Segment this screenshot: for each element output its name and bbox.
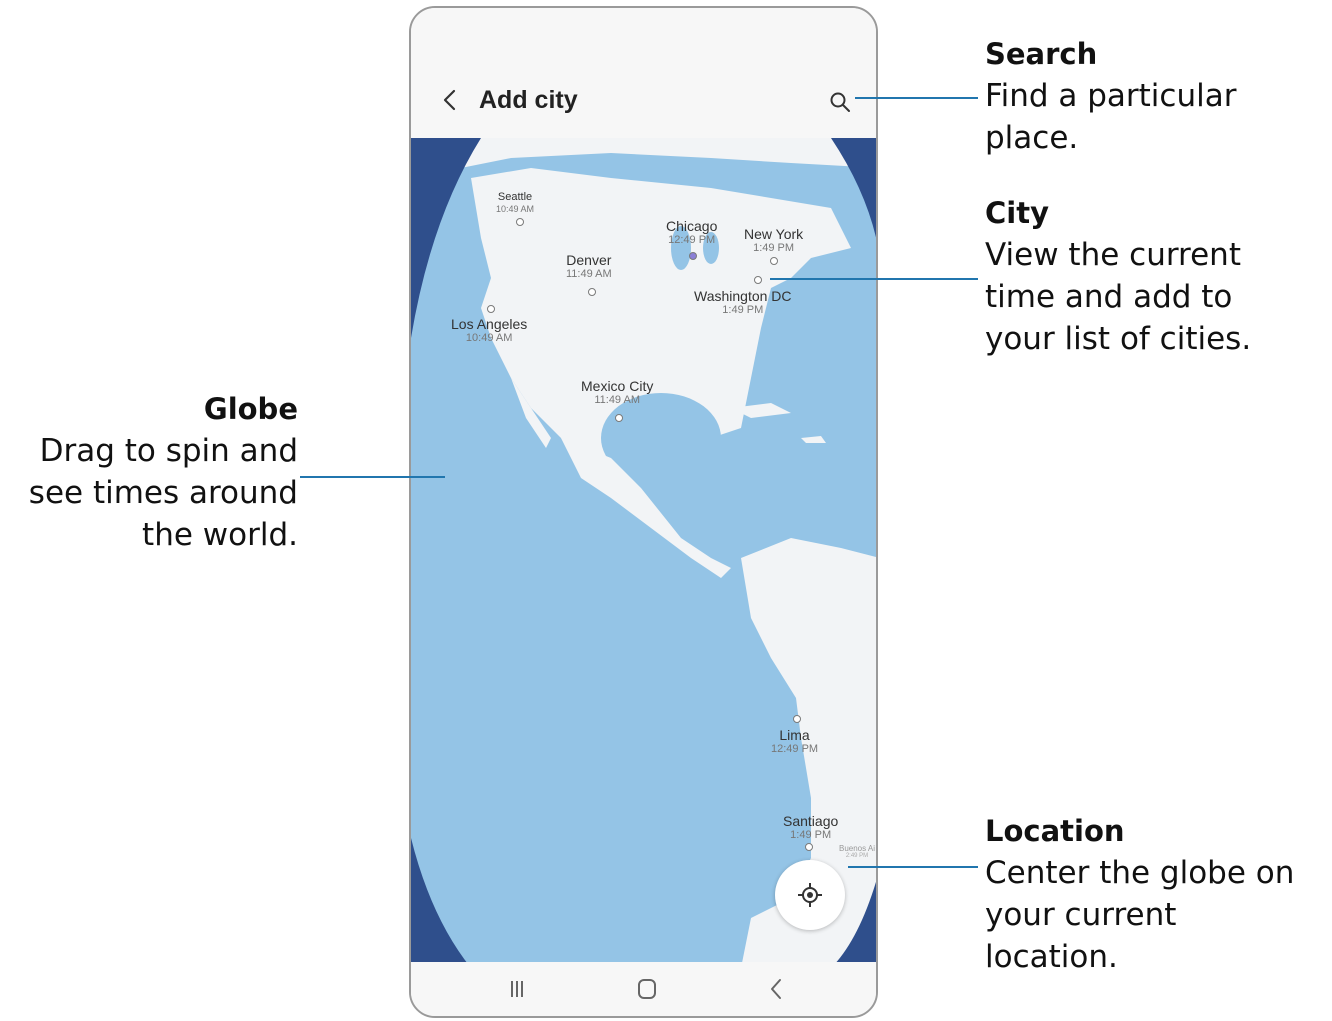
- city-denver[interactable]: Denver 11:49 AM: [566, 252, 612, 281]
- callout-heading: Search: [985, 37, 1098, 71]
- city-washington-dc[interactable]: Washington DC 1:49 PM: [694, 288, 792, 317]
- city-chicago[interactable]: Chicago 12:49 PM: [666, 218, 717, 247]
- nav-back-icon[interactable]: [763, 976, 791, 1002]
- city-marker[interactable]: [516, 218, 524, 226]
- city-time: 12:49 PM: [771, 743, 819, 756]
- city-marker[interactable]: [588, 288, 596, 296]
- city-marker[interactable]: [487, 305, 495, 313]
- city-marker[interactable]: [805, 843, 813, 851]
- city-time: 1:49 PM: [790, 829, 832, 842]
- page-title: Add city: [479, 86, 578, 114]
- search-callout-line: [855, 97, 978, 99]
- callout-text: location.: [985, 939, 1118, 975]
- city-name: Washington DC: [694, 288, 792, 304]
- app-bar: Add city: [411, 8, 876, 138]
- city-santiago[interactable]: Santiago 1:49 PM: [783, 813, 838, 842]
- callout-heading: Globe: [203, 392, 298, 426]
- callout-text: Center the globe on: [985, 855, 1295, 891]
- callout-text: see times around: [28, 475, 298, 511]
- city-name: Seattle: [497, 191, 533, 203]
- city-name: Buenos Ai: [839, 844, 876, 853]
- callout-text: time and add to: [985, 279, 1233, 315]
- city-time: 11:49 AM: [566, 268, 612, 281]
- crosshair-location-icon: [798, 883, 822, 907]
- city-time: 10:49 AM: [496, 203, 535, 214]
- city-time: 12:49 PM: [668, 234, 716, 247]
- globe-callout-line: [300, 476, 445, 478]
- callout-text: View the current: [985, 237, 1241, 273]
- city-time: 1:49 PM: [722, 304, 764, 317]
- callout-text: Drag to spin and: [39, 433, 298, 469]
- city-lima[interactable]: Lima 12:49 PM: [771, 727, 818, 756]
- city-name: Santiago: [783, 813, 839, 829]
- city-name: Lima: [779, 727, 810, 743]
- globe-callout: Globe Drag to spin and see times around …: [0, 388, 298, 556]
- location-callout: Location Center the globe on your curren…: [985, 810, 1294, 978]
- city-marker[interactable]: [615, 414, 623, 422]
- city-time: 11:49 AM: [594, 394, 641, 407]
- system-nav-bar: [411, 962, 876, 1016]
- city-name: Denver: [566, 252, 612, 268]
- city-time: 2:49 PM: [845, 853, 869, 860]
- city-time: 10:49 AM: [465, 332, 513, 345]
- city-marker[interactable]: [793, 715, 801, 723]
- phone-screen: Add city Seattle 10:49 AM Chicago 12:49 …: [409, 6, 878, 1018]
- city-buenos-aires[interactable]: Buenos Ai 2:49 PM: [839, 844, 875, 860]
- callout-text: the world.: [142, 517, 298, 553]
- recents-icon[interactable]: [503, 976, 531, 1002]
- search-callout: Search Find a particular place.: [985, 33, 1236, 159]
- search-icon[interactable]: [829, 91, 851, 113]
- city-name: Chicago: [666, 218, 718, 234]
- city-name: Mexico City: [581, 378, 654, 394]
- callout-text: your current: [985, 897, 1177, 933]
- callout-heading: Location: [985, 814, 1125, 848]
- globe-map[interactable]: Seattle 10:49 AM Chicago 12:49 PM New Yo…: [411, 138, 876, 968]
- city-new-york[interactable]: New York 1:49 PM: [744, 226, 803, 255]
- city-marker-selected[interactable]: [689, 252, 697, 260]
- city-name: Los Angeles: [451, 316, 528, 332]
- city-marker[interactable]: [770, 257, 778, 265]
- chevron-left-icon[interactable]: [439, 88, 463, 112]
- city-name: New York: [744, 226, 804, 242]
- location-button[interactable]: [775, 860, 845, 930]
- location-callout-line: [848, 866, 978, 868]
- city-time: 1:49 PM: [753, 242, 795, 255]
- callout-text: Find a particular: [985, 78, 1237, 114]
- city-marker[interactable]: [754, 276, 762, 284]
- city-los-angeles[interactable]: Los Angeles 10:49 AM: [451, 316, 527, 345]
- home-icon[interactable]: [633, 976, 661, 1002]
- callout-text: your list of cities.: [985, 321, 1252, 357]
- callout-text: place.: [985, 120, 1079, 156]
- city-mexico-city[interactable]: Mexico City 11:49 AM: [581, 378, 653, 407]
- city-seattle[interactable]: Seattle 10:49 AM: [496, 191, 534, 214]
- city-callout: City View the current time and add to yo…: [985, 192, 1251, 360]
- callout-heading: City: [985, 196, 1049, 230]
- city-callout-line: [770, 278, 978, 280]
